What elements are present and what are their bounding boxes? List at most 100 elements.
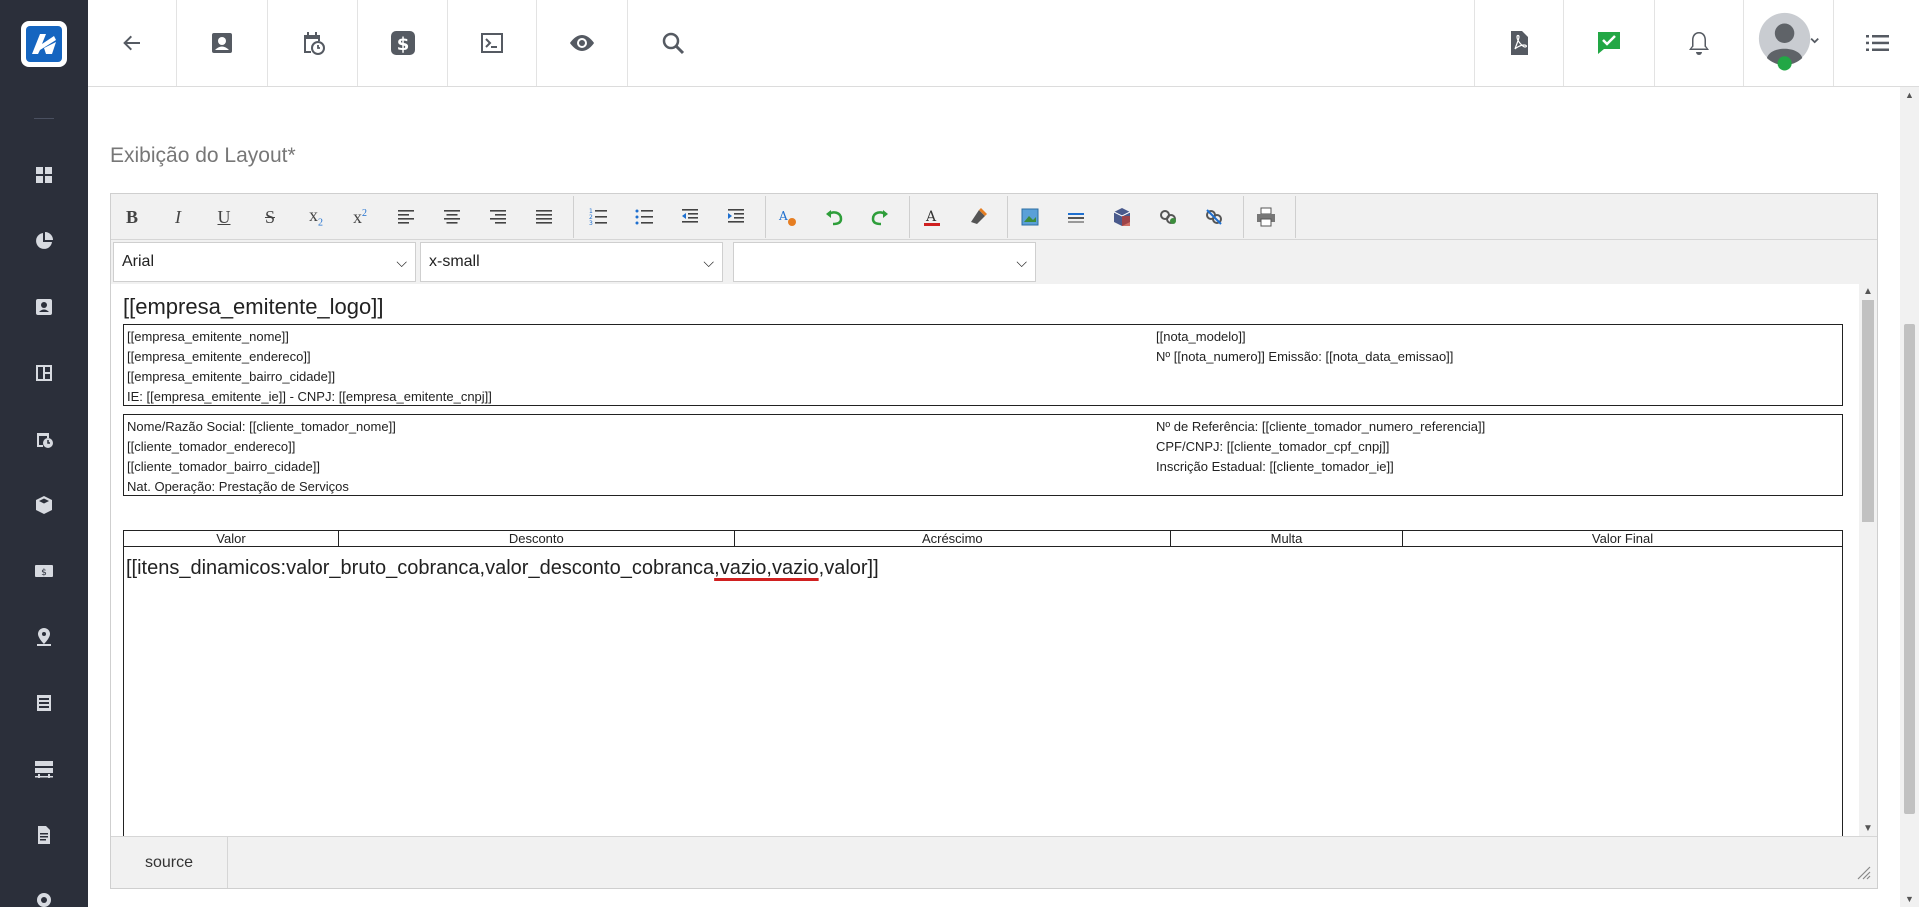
brand-logo-icon[interactable]: [21, 21, 67, 67]
chevron-down-icon: ⌵: [396, 253, 407, 270]
dynamic-items-line: [[itens_dinamicos:valor_bruto_cobranca,v…: [123, 547, 1843, 836]
font-size-value: x-small: [429, 253, 480, 270]
align-right-button[interactable]: [481, 202, 515, 232]
unlink-icon[interactable]: [1197, 202, 1231, 232]
dynamic-items-tail: ,valor]]: [818, 557, 879, 579]
issuer-name: [[empresa_emitente_nome]]: [127, 329, 289, 344]
values-table: Valor Desconto Acréscimo Multa Valor Fin…: [123, 530, 1843, 547]
bold-button[interactable]: B: [115, 202, 149, 232]
strikethrough-button[interactable]: S: [253, 202, 287, 232]
justify-button[interactable]: [527, 202, 561, 232]
scroll-down-icon[interactable]: ▼: [1905, 894, 1914, 904]
font-size-select[interactable]: x-small ⌵: [420, 242, 723, 282]
list-icon[interactable]: [32, 691, 56, 715]
contact-card-icon[interactable]: [32, 295, 56, 319]
page-scrollbar[interactable]: ▲ ▼: [1900, 87, 1919, 907]
editor-status-bar: source: [111, 836, 1877, 888]
menu-icon[interactable]: [1834, 0, 1919, 86]
chat-check-icon[interactable]: [1564, 0, 1654, 86]
italic-button[interactable]: I: [161, 202, 195, 232]
superscript-button[interactable]: x2: [343, 202, 377, 232]
toolbar-divider: [573, 196, 574, 238]
client-reference-number: Nº de Referência: [[cliente_tomador_nume…: [1156, 419, 1486, 434]
font-family-select[interactable]: Arial ⌵: [113, 242, 416, 282]
editor-toolbar: B I U S x2 x2 123 A A: [111, 194, 1877, 240]
toolbar-divider: [909, 196, 910, 238]
client-district-city: [[cliente_tomador_bairro_cidade]]: [127, 459, 320, 474]
page-scroll-thumb[interactable]: [1904, 324, 1915, 814]
money-icon[interactable]: $: [32, 559, 56, 583]
issuer-box: [[empresa_emitente_nome]] [[empresa_emit…: [123, 324, 1843, 406]
subscript-button[interactable]: x2: [299, 202, 333, 232]
editor-scroll-thumb[interactable]: [1862, 300, 1874, 522]
chevron-down-icon: ⌵: [703, 253, 714, 270]
nature-of-operation: Nat. Operação: Prestação de Serviços: [127, 479, 349, 494]
source-tab[interactable]: source: [111, 837, 228, 888]
scroll-down-icon[interactable]: ▼: [1863, 823, 1873, 834]
contact-icon[interactable]: [177, 0, 267, 86]
font-family-value: Arial: [122, 253, 155, 270]
eye-icon[interactable]: [537, 0, 627, 86]
ordered-list-button[interactable]: 123: [581, 202, 615, 232]
editor-scrollbar[interactable]: ▲ ▼: [1859, 284, 1877, 836]
rich-text-editor: B I U S x2 x2 123 A A Arial ⌵ x-small ⌵ …: [110, 193, 1878, 889]
svg-text:A: A: [925, 209, 937, 225]
table-header: Valor: [123, 530, 339, 547]
gear-icon[interactable]: [32, 888, 56, 912]
issuer-right-column: [[nota_modelo]] Nº [[nota_numero]] Emiss…: [1156, 327, 1453, 367]
align-left-button[interactable]: [389, 202, 423, 232]
document-body: [[empresa_emitente_logo]] [[empresa_emit…: [123, 290, 1843, 836]
align-center-button[interactable]: [435, 202, 469, 232]
link-icon[interactable]: [1151, 202, 1185, 232]
editor-format-selects: Arial ⌵ x-small ⌵ ⌵: [111, 240, 1877, 284]
topbar: $: [88, 0, 1919, 87]
dashboard-icon[interactable]: [32, 163, 56, 187]
main-content: Exibição do Layout* B I U S x2 x2 123 A …: [88, 87, 1900, 907]
client-cpf-cnpj: CPF/CNPJ: [[cliente_tomador_cpf_cnpj]]: [1156, 439, 1390, 454]
unordered-list-button[interactable]: [627, 202, 661, 232]
package-icon[interactable]: [32, 493, 56, 517]
highlight-color-icon[interactable]: [961, 202, 995, 232]
logo-placeholder: [[empresa_emitente_logo]]: [123, 294, 384, 319]
toolbar-divider: [1243, 196, 1244, 238]
search-icon[interactable]: [628, 0, 718, 86]
user-avatar[interactable]: [1744, 0, 1833, 86]
print-icon[interactable]: [1249, 202, 1283, 232]
underline-button[interactable]: U: [207, 202, 241, 232]
bell-icon[interactable]: [1655, 0, 1743, 86]
layout-icon[interactable]: [32, 361, 56, 385]
dollar-icon[interactable]: $: [358, 0, 447, 86]
insert-image-icon[interactable]: [1013, 202, 1047, 232]
svg-text:$: $: [396, 34, 409, 55]
back-arrow-icon[interactable]: [88, 0, 176, 86]
insert-object-icon[interactable]: [1105, 202, 1139, 232]
calendar-clock-icon[interactable]: [32, 427, 56, 451]
server-icon[interactable]: [32, 757, 56, 781]
calendar-icon[interactable]: [268, 0, 357, 86]
svg-text:A: A: [778, 209, 788, 223]
pie-chart-icon[interactable]: [32, 229, 56, 253]
outdent-button[interactable]: [673, 202, 707, 232]
scroll-up-icon[interactable]: ▲: [1863, 286, 1873, 297]
redo-icon[interactable]: [863, 202, 897, 232]
undo-icon[interactable]: [817, 202, 851, 232]
editor-content-area[interactable]: [[empresa_emitente_logo]] [[empresa_emit…: [111, 284, 1877, 836]
sidebar-divider: [34, 118, 54, 119]
client-right-column: Nº de Referência: [[cliente_tomador_nume…: [1156, 417, 1485, 477]
horizontal-rule-icon[interactable]: [1059, 202, 1093, 232]
resize-handle-icon[interactable]: [1853, 862, 1871, 880]
format-select[interactable]: ⌵: [733, 242, 1036, 282]
terminal-icon[interactable]: [448, 0, 536, 86]
issuer-district-city: [[empresa_emitente_bairro_cidade]]: [127, 369, 336, 384]
scroll-up-icon[interactable]: ▲: [1905, 90, 1914, 100]
client-address: [[cliente_tomador_endereco]]: [127, 439, 296, 454]
map-pin-icon[interactable]: [32, 625, 56, 649]
font-color-icon[interactable]: A: [915, 202, 949, 232]
note-model: [[nota_modelo]]: [1156, 329, 1246, 344]
note-number-date: Nº [[nota_numero]] Emissão: [[nota_data_…: [1156, 349, 1454, 364]
pdf-icon[interactable]: [1475, 0, 1563, 86]
indent-button[interactable]: [719, 202, 753, 232]
remove-format-icon[interactable]: A: [771, 202, 805, 232]
document-icon[interactable]: [32, 823, 56, 847]
issuer-ie-cnpj: IE: [[empresa_emitente_ie]] - CNPJ: [[em…: [127, 389, 492, 404]
